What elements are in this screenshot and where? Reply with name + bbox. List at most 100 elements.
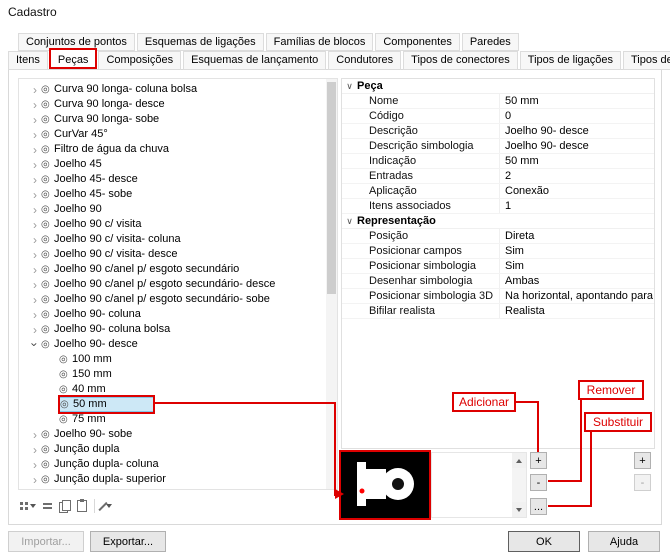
property-value[interactable]: Joelho 90- desce <box>500 139 654 153</box>
property-row-posicionar-simbologia-3d[interactable]: Posicionar simbologia 3D Na horizontal, a… <box>342 289 654 304</box>
tree-item-filtro-de-agua-da-chuva[interactable]: › ◎ Filtro de água da chuva <box>19 142 325 157</box>
paste-icon[interactable] <box>77 498 87 514</box>
tab-tipos-de-ligacoes[interactable]: Tipos de ligações <box>519 51 621 70</box>
add-item-button[interactable]: + <box>634 452 651 469</box>
preview-list[interactable] <box>431 452 527 518</box>
property-value[interactable]: Direta <box>500 229 654 243</box>
property-value[interactable]: 50 mm <box>500 94 654 108</box>
property-row-aplicacao[interactable]: Aplicação Conexão <box>342 184 654 199</box>
property-category-representacao[interactable]: ∨ Representação <box>342 214 654 229</box>
remove-item-button[interactable]: - <box>634 474 651 491</box>
property-row-nome[interactable]: Nome 50 mm <box>342 94 654 109</box>
symbol-preview[interactable] <box>339 450 431 520</box>
tree-scrollbar-thumb[interactable] <box>327 82 336 294</box>
property-value[interactable]: 0 <box>500 109 654 123</box>
chevron-icon[interactable]: › <box>29 112 41 127</box>
property-row-codigo[interactable]: Código 0 <box>342 109 654 124</box>
property-value[interactable]: Realista <box>500 304 654 318</box>
property-value[interactable]: Na horizontal, apontando para a ... <box>500 289 654 303</box>
chevron-icon[interactable]: › <box>29 157 41 172</box>
scroll-down-icon[interactable] <box>512 502 526 517</box>
tab-familias-de-blocos[interactable]: Famílias de blocos <box>265 33 374 51</box>
property-row-posicionar-campos[interactable]: Posicionar campos Sim <box>342 244 654 259</box>
symbol-tool-icon[interactable] <box>98 498 112 514</box>
chevron-icon[interactable]: › <box>29 292 41 307</box>
scroll-up-icon[interactable] <box>512 453 526 468</box>
tab-composicoes[interactable]: Composições <box>98 51 182 70</box>
tab-tipos-de-conectores[interactable]: Tipos de conectores <box>403 51 518 70</box>
tree-item-curvar-45[interactable]: › ◎ CurVar 45° <box>19 127 325 142</box>
copy-icon[interactable] <box>59 498 71 514</box>
property-row-descricao[interactable]: Descrição Joelho 90- desce <box>342 124 654 139</box>
tree-item-joelho-45-sobe[interactable]: › ◎ Joelho 45- sobe <box>19 187 325 202</box>
tree-item-joelho-45-desce[interactable]: › ◎ Joelho 45- desce <box>19 172 325 187</box>
chevron-icon[interactable]: › <box>28 339 43 351</box>
add-preview-button[interactable]: + <box>530 452 547 469</box>
tab-componentes[interactable]: Componentes <box>375 33 460 51</box>
chevron-icon[interactable]: › <box>29 187 41 202</box>
property-row-descricao-simbologia[interactable]: Descrição simbologia Joelho 90- desce <box>342 139 654 154</box>
tree-item-joelho-90-c-anel-p-esgoto-secundario-sobe[interactable]: › ◎ Joelho 90 c/anel p/ esgoto secundário-… <box>19 292 325 307</box>
tree-item-joelho-90-coluna[interactable]: › ◎ Joelho 90- coluna <box>19 307 325 322</box>
chevron-icon[interactable]: › <box>29 217 41 232</box>
chevron-icon[interactable]: › <box>29 262 41 277</box>
add-points-tool-icon[interactable] <box>20 498 36 514</box>
chevron-icon[interactable]: › <box>29 172 41 187</box>
property-row-posicionar-simbologia[interactable]: Posicionar simbologia Sim <box>342 259 654 274</box>
chevron-icon[interactable]: › <box>29 247 41 262</box>
chevron-icon[interactable]: › <box>29 457 41 472</box>
property-row-indicacao[interactable]: Indicação 50 mm <box>342 154 654 169</box>
tree-item-joelho-90-desce[interactable]: › ◎ Joelho 90- desce <box>19 337 325 352</box>
property-value[interactable]: Sim <box>500 259 654 273</box>
chevron-icon[interactable]: › <box>29 442 41 457</box>
tree-item-juncao-dupla[interactable]: › ◎ Junção dupla <box>19 442 325 457</box>
connections-tool-icon[interactable] <box>43 498 52 514</box>
chevron-icon[interactable]: › <box>29 232 41 247</box>
collapse-icon[interactable]: ∨ <box>342 216 357 227</box>
chevron-icon[interactable]: › <box>29 277 41 292</box>
tree-item-joelho-90-c-visita-desce[interactable]: › ◎ Joelho 90 c/ visita- desce <box>19 247 325 262</box>
tab-esquemas-de-ligacoes[interactable]: Esquemas de ligações <box>136 33 264 51</box>
property-row-itens-associados[interactable]: Itens associados 1 <box>342 199 654 214</box>
chevron-icon[interactable]: › <box>29 322 41 337</box>
chevron-icon[interactable]: › <box>29 202 41 217</box>
tree-item-juncao-dupla-superior[interactable]: › ◎ Junção dupla- superior <box>19 472 325 487</box>
tree-item-juncao-dupla-coluna[interactable]: › ◎ Junção dupla- coluna <box>19 457 325 472</box>
ok-button[interactable]: OK <box>508 531 580 552</box>
property-value[interactable]: 1 <box>500 199 654 213</box>
property-row-posicao[interactable]: Posição Direta <box>342 229 654 244</box>
tree-item-curva-90-longa-coluna-bolsa[interactable]: › ◎ Curva 90 longa- coluna bolsa <box>19 82 325 97</box>
tree-item-joelho-45[interactable]: › ◎ Joelho 45 <box>19 157 325 172</box>
chevron-icon[interactable]: › <box>29 127 41 142</box>
tree-item-curva-90-longa-sobe[interactable]: › ◎ Curva 90 longa- sobe <box>19 112 325 127</box>
tree-item-joelho-90-c-visita-coluna[interactable]: › ◎ Joelho 90 c/ visita- coluna <box>19 232 325 247</box>
substitute-preview-button[interactable]: ... <box>530 498 547 515</box>
collapse-icon[interactable]: ∨ <box>342 81 357 92</box>
importar-button[interactable]: Importar... <box>8 531 84 552</box>
tree-item-joelho-90-c-anel-p-esgoto-secundario[interactable]: › ◎ Joelho 90 c/anel p/ esgoto secundário <box>19 262 325 277</box>
chevron-icon[interactable]: › <box>29 427 41 442</box>
property-value[interactable]: 50 mm <box>500 154 654 168</box>
tab-esquemas-de-lancamento[interactable]: Esquemas de lançamento <box>183 51 327 70</box>
exportar-button[interactable]: Exportar... <box>90 531 166 552</box>
chevron-icon[interactable]: › <box>29 472 41 487</box>
ajuda-button[interactable]: Ajuda <box>588 531 660 552</box>
property-category-peca[interactable]: ∨ Peça <box>342 79 654 94</box>
tab-itens[interactable]: Itens <box>8 51 48 70</box>
tree-item-150-mm[interactable]: ◎ 150 mm <box>19 367 325 382</box>
tree-item-50-mm[interactable]: ◎ 50 mm <box>19 395 325 414</box>
chevron-icon[interactable]: › <box>29 97 41 112</box>
tab-tipos-de-pontos[interactable]: Tipos de pontos <box>623 51 670 70</box>
property-row-bifilar-realista[interactable]: Bifilar realista Realista <box>342 304 654 319</box>
property-value[interactable]: Joelho 90- desce <box>500 124 654 138</box>
property-row-desenhar-simbologia[interactable]: Desenhar simbologia Ambas <box>342 274 654 289</box>
tree-item-joelho-90-c-anel-p-esgoto-secundario-desce[interactable]: › ◎ Joelho 90 c/anel p/ esgoto secundário-… <box>19 277 325 292</box>
property-row-entradas[interactable]: Entradas 2 <box>342 169 654 184</box>
tree-item-curva-90-longa-desce[interactable]: › ◎ Curva 90 longa- desce <box>19 97 325 112</box>
chevron-icon[interactable]: › <box>29 82 41 97</box>
tree-item-75-mm[interactable]: ◎ 75 mm <box>19 412 325 427</box>
tree-item-joelho-90-coluna-bolsa[interactable]: › ◎ Joelho 90- coluna bolsa <box>19 322 325 337</box>
tree-item-joelho-90[interactable]: › ◎ Joelho 90 <box>19 202 325 217</box>
property-value[interactable]: Conexão <box>500 184 654 198</box>
tab-condutores[interactable]: Condutores <box>328 51 402 70</box>
